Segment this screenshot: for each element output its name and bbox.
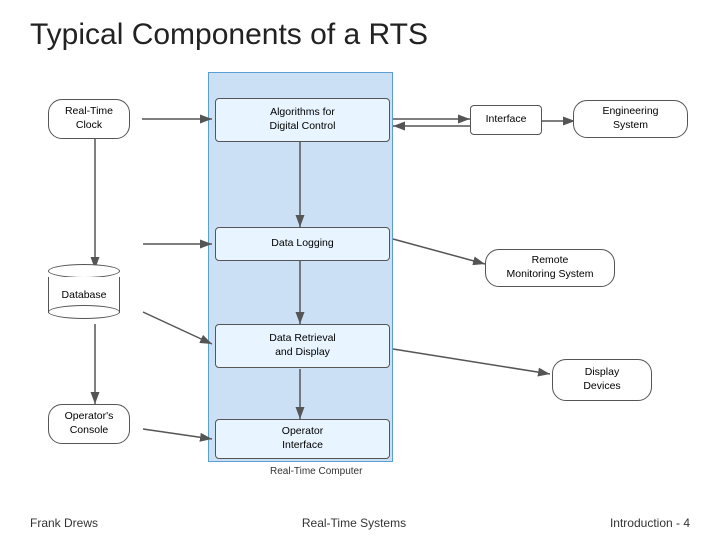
interface-box: Interface — [470, 105, 542, 135]
remote-monitoring-box: Remote Monitoring System — [485, 249, 615, 287]
data-retrieval-box: Data Retrieval and Display — [215, 324, 390, 368]
operators-console-box: Operator's Console — [48, 404, 130, 444]
page: Typical Components of a RTS — [0, 0, 720, 540]
engineering-system-box: Engineering System — [573, 100, 688, 138]
data-logging-box: Data Logging — [215, 227, 390, 261]
footer: Frank Drews Real-Time Systems Introducti… — [30, 512, 690, 530]
display-devices-box: Display Devices — [552, 359, 652, 401]
operator-interface-box: Operator Interface — [215, 419, 390, 459]
database-cylinder: Database — [48, 264, 120, 313]
footer-left: Frank Drews — [30, 516, 98, 530]
real-time-clock-box: Real-Time Clock — [48, 99, 130, 139]
footer-center: Real-Time Systems — [302, 516, 406, 530]
real-time-computer-label: Real-Time Computer — [270, 466, 362, 477]
algorithms-box: Algorithms for Digital Control — [215, 98, 390, 142]
footer-right: Introduction - 4 — [610, 516, 690, 530]
page-title: Typical Components of a RTS — [30, 18, 690, 52]
diagram-area: Real-Time Clock Algorithms for Digital C… — [30, 64, 690, 512]
